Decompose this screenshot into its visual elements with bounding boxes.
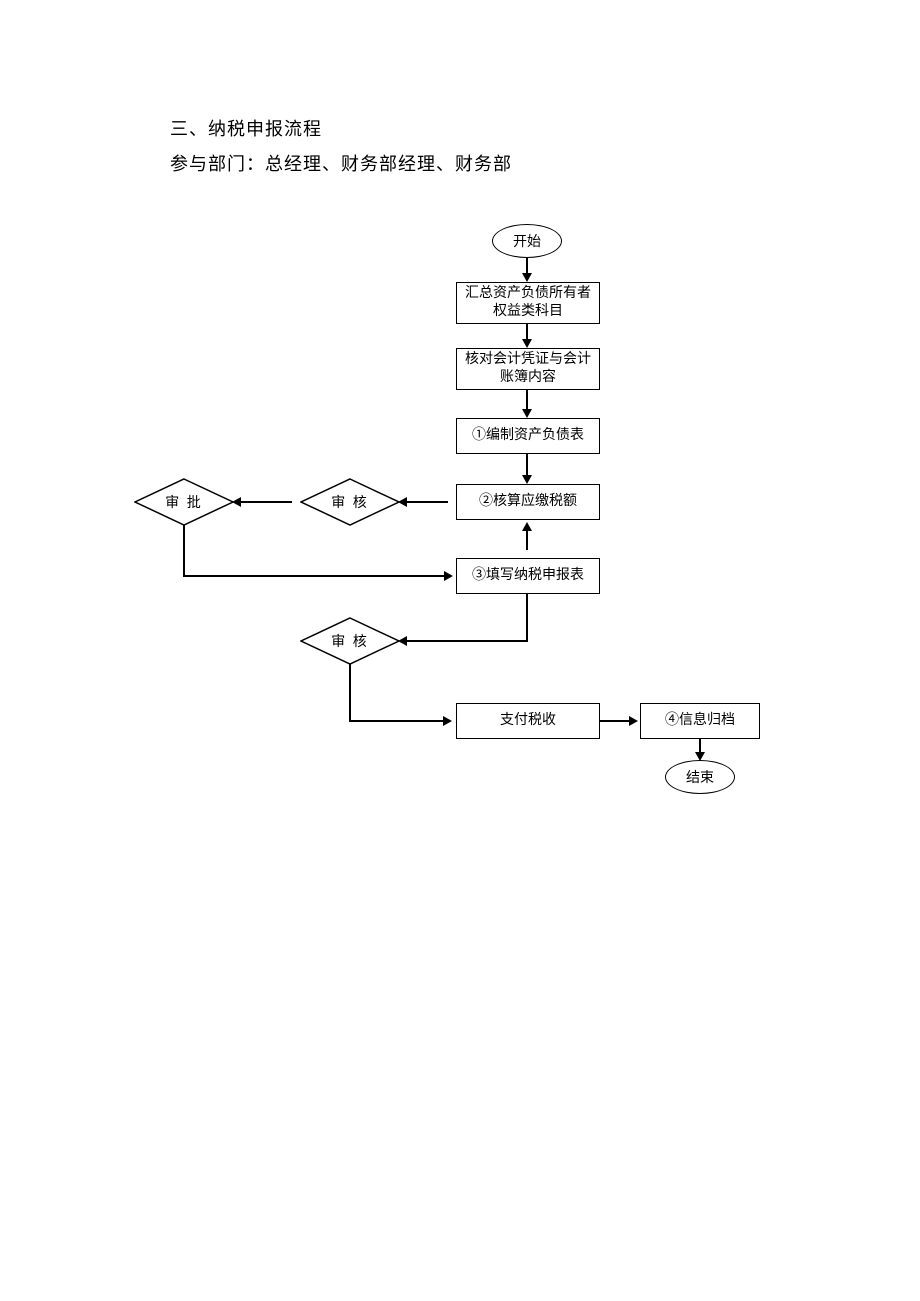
end-label: 结束 (686, 767, 714, 787)
arrow (526, 454, 528, 476)
end-node: 结束 (665, 760, 735, 794)
verify-label: 核对会计凭证与会计账簿内容 (461, 351, 595, 387)
review1-diamond: 审 核 (300, 478, 400, 526)
pay-label: 支付税收 (500, 712, 556, 730)
arrow-head (629, 716, 638, 726)
prepare-label: ①编制资产负债表 (472, 427, 584, 445)
review2-diamond: 审 核 (300, 617, 400, 665)
arrow (406, 501, 448, 503)
arrow (406, 640, 528, 642)
review2-label: 审 核 (300, 617, 400, 665)
fillform-box: ③填写纳税申报表 (456, 558, 600, 594)
arrow (183, 575, 445, 577)
arrow (526, 530, 528, 550)
arrow-head (522, 522, 532, 531)
arrow (349, 664, 351, 722)
archive-label: ④信息归档 (665, 712, 735, 730)
arrow (526, 594, 528, 642)
arrow-head (522, 409, 532, 418)
arrow (526, 324, 528, 340)
calculate-box: ②核算应缴税额 (456, 484, 600, 520)
arrow (183, 525, 185, 577)
arrow (600, 720, 630, 722)
arrow-head (522, 475, 532, 484)
start-label: 开始 (513, 231, 541, 251)
pay-box: 支付税收 (456, 703, 600, 739)
summary-label: 汇总资产负债所有者权益类科目 (461, 285, 595, 321)
start-node: 开始 (492, 224, 562, 258)
arrow-head (443, 716, 452, 726)
arrow (349, 720, 444, 722)
arrow-head (444, 571, 453, 581)
prepare-box: ①编制资产负债表 (456, 418, 600, 454)
arrow (526, 258, 528, 274)
arrow (526, 390, 528, 410)
arrow-head (522, 273, 532, 282)
participants-line: 参与部门：总经理、财务部经理、财务部 (170, 150, 512, 176)
review1-label: 审 核 (300, 478, 400, 526)
approve-diamond: 审 批 (134, 478, 234, 526)
arrow (699, 739, 701, 753)
approve-label: 审 批 (134, 478, 234, 526)
calculate-label: ②核算应缴税额 (479, 493, 577, 511)
arrow (240, 501, 292, 503)
section-heading: 三、纳税申报流程 (170, 115, 322, 141)
fillform-label: ③填写纳税申报表 (472, 567, 584, 585)
summary-box: 汇总资产负债所有者权益类科目 (456, 282, 600, 324)
verify-box: 核对会计凭证与会计账簿内容 (456, 348, 600, 390)
arrow-head (522, 339, 532, 348)
archive-box: ④信息归档 (640, 703, 760, 739)
